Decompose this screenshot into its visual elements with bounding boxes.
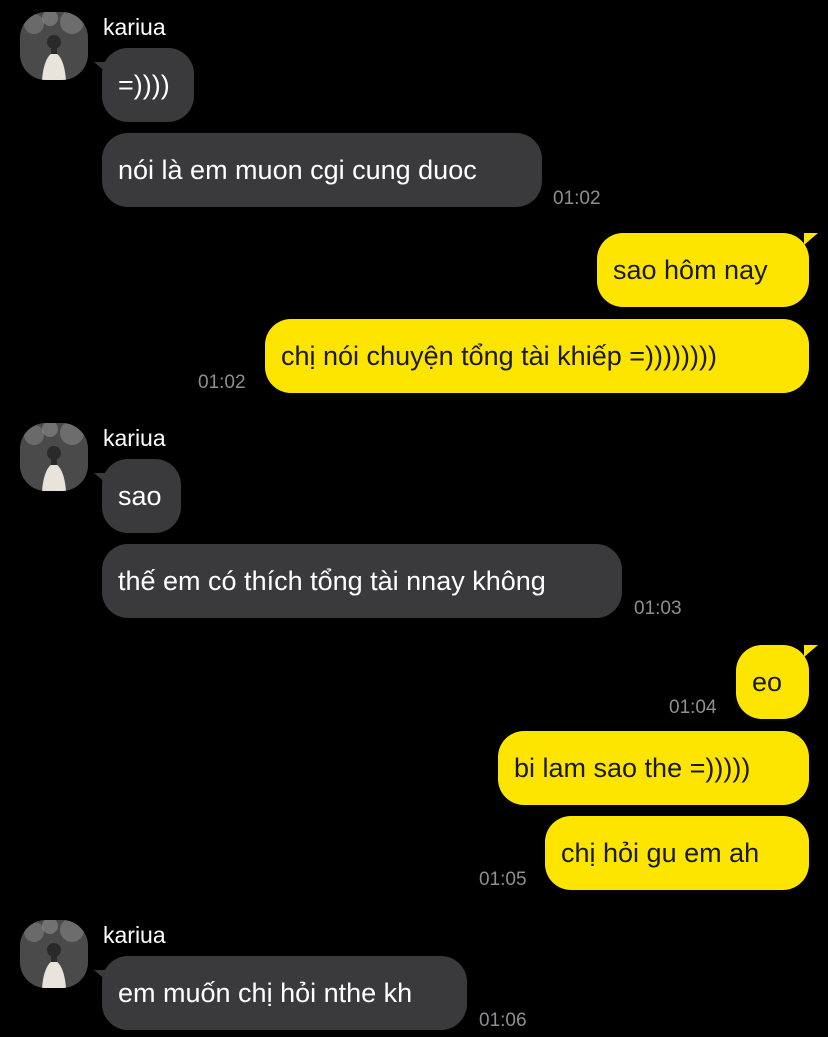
message-bubble-incoming[interactable]: em muốn chị hỏi nthe kh <box>102 956 467 1030</box>
message-text: =)))) <box>118 70 170 100</box>
message-text: em muốn chị hỏi nthe kh <box>118 978 413 1008</box>
message-bubble-outgoing[interactable]: eo <box>736 645 809 719</box>
user-avatar-icon <box>20 423 88 491</box>
message-text: sao <box>118 481 162 511</box>
message-bubble-outgoing[interactable]: chị hỏi gu em ah <box>545 816 809 890</box>
message-text: bi lam sao the =))))) <box>514 753 751 783</box>
message-text: sao hôm nay <box>613 255 768 285</box>
bubble-tail <box>804 645 818 657</box>
avatar[interactable] <box>20 423 88 491</box>
message-bubble-incoming[interactable]: thế em có thích tổng tài nnay không <box>102 544 622 618</box>
avatar[interactable] <box>20 920 88 988</box>
message-bubble-incoming[interactable]: nói là em muon cgi cung duoc <box>102 133 542 207</box>
message-text: chị nói chuyện tổng tài khiếp =)))))))) <box>281 341 717 371</box>
message-timestamp: 01:05 <box>479 869 527 890</box>
sender-name: kariua <box>103 922 166 948</box>
message-text: eo <box>752 667 783 697</box>
message-text: nói là em muon cgi cung duoc <box>118 155 477 185</box>
chat-thread: kariua =)))) nói là em muon cgi cung duo… <box>0 0 828 1037</box>
user-avatar-icon <box>20 12 88 80</box>
message-bubble-outgoing[interactable]: sao hôm nay <box>597 233 809 307</box>
message-bubble-incoming[interactable]: sao <box>102 459 181 533</box>
message-bubble-outgoing[interactable]: chị nói chuyện tổng tài khiếp =)))))))) <box>265 319 809 393</box>
message-text: chị hỏi gu em ah <box>561 838 760 868</box>
sender-name: kariua <box>103 14 166 40</box>
avatar[interactable] <box>20 12 88 80</box>
message-timestamp: 01:03 <box>634 598 682 619</box>
message-text: thế em có thích tổng tài nnay không <box>118 566 546 596</box>
bubble-tail <box>804 233 818 245</box>
message-timestamp: 01:02 <box>553 188 601 209</box>
message-timestamp: 01:02 <box>198 372 246 393</box>
sender-name: kariua <box>103 425 166 451</box>
message-timestamp: 01:04 <box>669 697 717 718</box>
message-timestamp: 01:06 <box>479 1010 527 1031</box>
message-bubble-incoming[interactable]: =)))) <box>102 48 194 122</box>
message-bubble-outgoing[interactable]: bi lam sao the =))))) <box>498 731 809 805</box>
user-avatar-icon <box>20 920 88 988</box>
